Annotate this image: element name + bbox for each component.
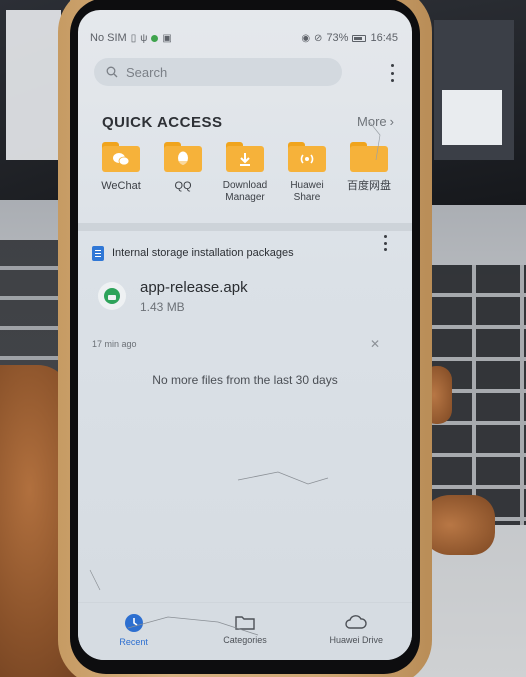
quick-access-row: WeChat QQ Download Manager Huawei Share …	[90, 138, 400, 204]
phone-screen: No SIM ▯ ψ ▣ ◉ ⊘ 73% 16:45 Search QUICK …	[78, 10, 412, 660]
folder-outline-icon	[235, 616, 255, 630]
quick-access-label: QQ	[174, 180, 192, 192]
quick-access-baidu-netdisk[interactable]: 百度网盘	[338, 138, 400, 204]
empty-message: No more files from the last 30 days	[152, 373, 338, 387]
folder-icon	[350, 142, 388, 172]
eye-icon: ◉	[301, 32, 311, 44]
tab-recent[interactable]: Recent	[84, 613, 184, 647]
overflow-menu-icon[interactable]	[386, 62, 398, 84]
status-right: ◉ ⊘ 73% 16:45	[301, 32, 398, 44]
file-name: app-release.apk	[140, 278, 248, 296]
apk-icon	[98, 282, 126, 310]
card-title: Internal storage installation packages	[112, 247, 294, 259]
quick-access-download-manager[interactable]: Download Manager	[214, 138, 276, 204]
clock: 16:45	[370, 32, 398, 44]
recent-file-card: Internal storage installation packages a…	[78, 231, 412, 611]
nav-label: Categories	[223, 635, 267, 645]
status-bar: No SIM ▯ ψ ▣ ◉ ⊘ 73% 16:45	[78, 28, 412, 48]
clock-icon	[124, 614, 143, 632]
status-left: No SIM ▯ ψ ▣	[90, 32, 172, 44]
nav-label: Recent	[119, 637, 148, 647]
chevron-right-icon: ›	[389, 114, 394, 129]
quick-access-label: Huawei Share	[290, 180, 324, 203]
nav-label: Huawei Drive	[329, 635, 384, 645]
time-row: 17 min ago ✕	[92, 337, 380, 351]
quick-access-more-button[interactable]: More ›	[357, 114, 394, 129]
card-menu-icon[interactable]	[380, 235, 390, 251]
tab-huawei-drive[interactable]: Huawei Drive	[306, 613, 406, 645]
cloud-icon	[345, 615, 368, 629]
quick-access-label: 百度网盘	[347, 180, 391, 192]
phone-body: No SIM ▯ ψ ▣ ◉ ⊘ 73% 16:45 Search QUICK …	[58, 0, 432, 677]
wechat-icon	[102, 142, 140, 172]
file-text: app-release.apk 1.43 MB	[140, 279, 248, 314]
carrier-label: No SIM	[90, 32, 127, 44]
quick-access-label: Download Manager	[222, 180, 268, 203]
timestamp: 17 min ago	[92, 339, 137, 349]
search-placeholder: Search	[126, 64, 168, 80]
mute-icon: ⊘	[314, 32, 323, 44]
file-size: 1.43 MB	[140, 299, 185, 314]
qq-icon	[164, 142, 202, 172]
usb-icon: ψ	[140, 32, 148, 44]
file-row[interactable]: app-release.apk 1.43 MB	[98, 275, 378, 317]
phone-bezel: No SIM ▯ ψ ▣ ◉ ⊘ 73% 16:45 Search QUICK …	[70, 0, 420, 674]
notification-dot-icon	[151, 34, 159, 42]
card-header: Internal storage installation packages	[92, 243, 384, 263]
share-icon	[288, 142, 326, 172]
close-icon[interactable]: ✕	[370, 338, 380, 350]
download-icon	[226, 142, 264, 172]
search-bar[interactable]: Search	[94, 58, 342, 86]
image-notification-icon: ▣	[162, 32, 172, 44]
sim-icon: ▯	[130, 32, 137, 44]
search-icon	[106, 66, 118, 78]
quick-access-wechat[interactable]: WeChat	[90, 138, 152, 204]
section-divider	[78, 223, 412, 231]
more-label: More	[357, 114, 387, 129]
tab-categories[interactable]: Categories	[195, 613, 295, 645]
quick-access-label: WeChat	[101, 180, 141, 192]
bottom-nav: Recent Categories Huawei Drive	[78, 602, 412, 660]
battery-percent: 73%	[326, 32, 349, 44]
quick-access-title: QUICK ACCESS	[102, 114, 223, 131]
quick-access-huawei-share[interactable]: Huawei Share	[276, 138, 338, 204]
battery-icon	[352, 34, 367, 42]
document-icon	[92, 245, 104, 261]
quick-access-qq[interactable]: QQ	[152, 138, 214, 204]
